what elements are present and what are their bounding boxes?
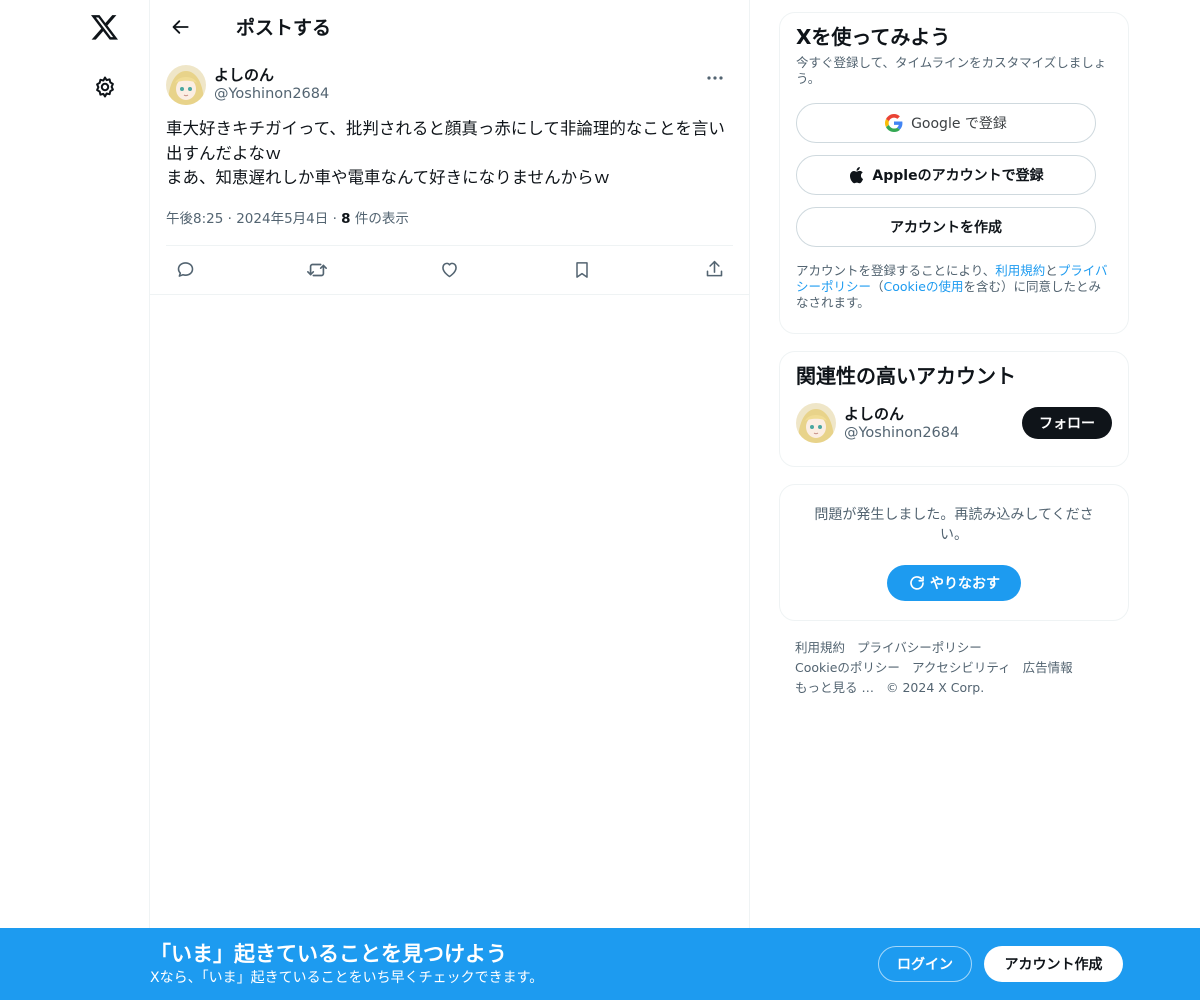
related-accounts-card: 関連性の高いアカウント よしのん @Yoshinon2684 フォロー [779,351,1129,467]
legal-text: （ [871,279,884,294]
apple-signup-label: Appleのアカウントで登録 [872,168,1044,184]
banner-subtitle: Xなら、「いま」起きていることをいち早くチェックできます。 [150,970,544,986]
like-heart-icon[interactable] [435,255,465,285]
retry-label: やりなおす [930,576,1000,592]
author-name[interactable]: よしのん [214,66,329,84]
page-header: ポストする [150,0,749,53]
bookmark-icon[interactable] [567,255,597,285]
post-actions [166,246,733,294]
terms-link[interactable]: 利用規約 [995,263,1045,278]
error-card: 問題が発生しました。再読み込みしてください。 やりなおす [779,484,1129,621]
related-handle[interactable]: @Yoshinon2684 [844,423,959,443]
signup-subtitle: 今すぐ登録して、タイムラインをカスタマイズしましょう。 [796,55,1107,86]
legal-notice: アカウントを登録することにより、利用規約とプライバシーポリシー（Cookieの使… [796,263,1112,311]
bottom-signup-banner: 「いま」起きていることを見つけよう Xなら、「いま」起きていることをいち早くチェ… [0,928,1200,1000]
banner-title: 「いま」起きていることを見つけよう [150,942,507,966]
x-logo-icon[interactable] [82,5,128,51]
post-text: 車大好きキチガイって、批判されると顔真っ赤にして非論理的なことを言い出すんだよな… [166,119,725,187]
google-signup-label: Google で登録 [911,116,1007,132]
create-account-label: アカウントを作成 [890,220,1002,236]
avatar[interactable] [166,65,206,105]
related-account-row[interactable]: よしのん @Yoshinon2684 フォロー [796,398,1112,448]
views-label: 件の表示 [354,210,409,227]
related-author: よしのん @Yoshinon2684 [844,404,959,443]
create-account-button[interactable]: アカウントを作成 [796,207,1096,247]
post-time[interactable]: 午後8:25 [166,211,223,227]
footer-copyright: © 2024 X Corp. [885,680,985,695]
post: よしのん @Yoshinon2684 車大好きキチガイって、批判されると顔真っ赤… [150,53,749,294]
footer-link-cookie[interactable]: Cookieのポリシー [795,660,900,675]
signup-card: Xを使ってみよう 今すぐ登録して、タイムラインをカスタマイズしましょう。 Goo… [779,12,1129,334]
author-handle[interactable]: @Yoshinon2684 [214,84,329,104]
footer-links: 利用規約 プライバシーポリシー Cookieのポリシー アクセシビリティ 広告情報 も… [779,638,1129,698]
more-options-icon[interactable] [699,65,731,91]
apple-logo-icon [850,166,864,184]
footer-link-accessibility[interactable]: アクセシビリティ [912,660,1011,675]
right-sidebar: Xを使ってみよう 今すぐ登録して、タイムラインをカスタマイズしましょう。 Goo… [779,0,1129,698]
signup-button[interactable]: アカウント作成 [984,946,1123,982]
retry-button[interactable]: やりなおす [887,565,1021,601]
meta-separator: · [227,210,237,227]
google-g-icon [885,114,903,132]
follow-button[interactable]: フォロー [1022,407,1112,439]
post-date[interactable]: 2024年5月4日 [236,211,328,227]
related-title: 関連性の高いアカウント [796,364,1016,388]
post-meta: 午後8:25 · 2024年5月4日 · 8 件の表示 [166,209,733,229]
page-title: ポストする [236,17,332,39]
main-column: ポストする よしのん @Yoshinon2684 車大好きキチガイって、批判され… [149,0,750,1000]
cookie-link[interactable]: Cookieの使用 [884,279,964,294]
apple-signup-button[interactable]: Appleのアカウントで登録 [796,155,1096,195]
signup-title: Xを使ってみよう [796,25,951,49]
post-author: よしのん @Yoshinon2684 [214,65,329,104]
footer-link-terms[interactable]: 利用規約 [795,640,845,655]
share-icon[interactable] [699,255,729,285]
avatar[interactable] [796,403,836,443]
footer-link-ads[interactable]: 広告情報 [1023,660,1073,675]
error-message: 問題が発生しました。再読み込みしてください。 [814,507,1094,543]
footer-link-privacy[interactable]: プライバシーポリシー [857,640,982,655]
left-nav [0,0,150,1000]
related-name[interactable]: よしのん [844,405,959,423]
settings-gear-icon[interactable] [82,64,128,110]
back-arrow-icon[interactable] [164,10,198,44]
login-button[interactable]: ログイン [878,946,972,982]
post-author-row: よしのん @Yoshinon2684 [166,53,733,115]
legal-text: アカウントを登録することにより、 [796,263,996,278]
repost-icon[interactable] [302,255,332,285]
google-signup-button[interactable]: Google で登録 [796,103,1096,143]
page: ポストする よしのん @Yoshinon2684 車大好きキチガイって、批判され… [0,0,1200,1000]
divider [150,293,749,295]
views-count: 8 [341,210,351,227]
reply-icon[interactable] [170,255,200,285]
legal-text: と [1045,263,1058,278]
footer-link-more[interactable]: もっと見る … [795,680,874,695]
meta-separator: · [332,210,342,227]
refresh-icon [910,576,924,590]
